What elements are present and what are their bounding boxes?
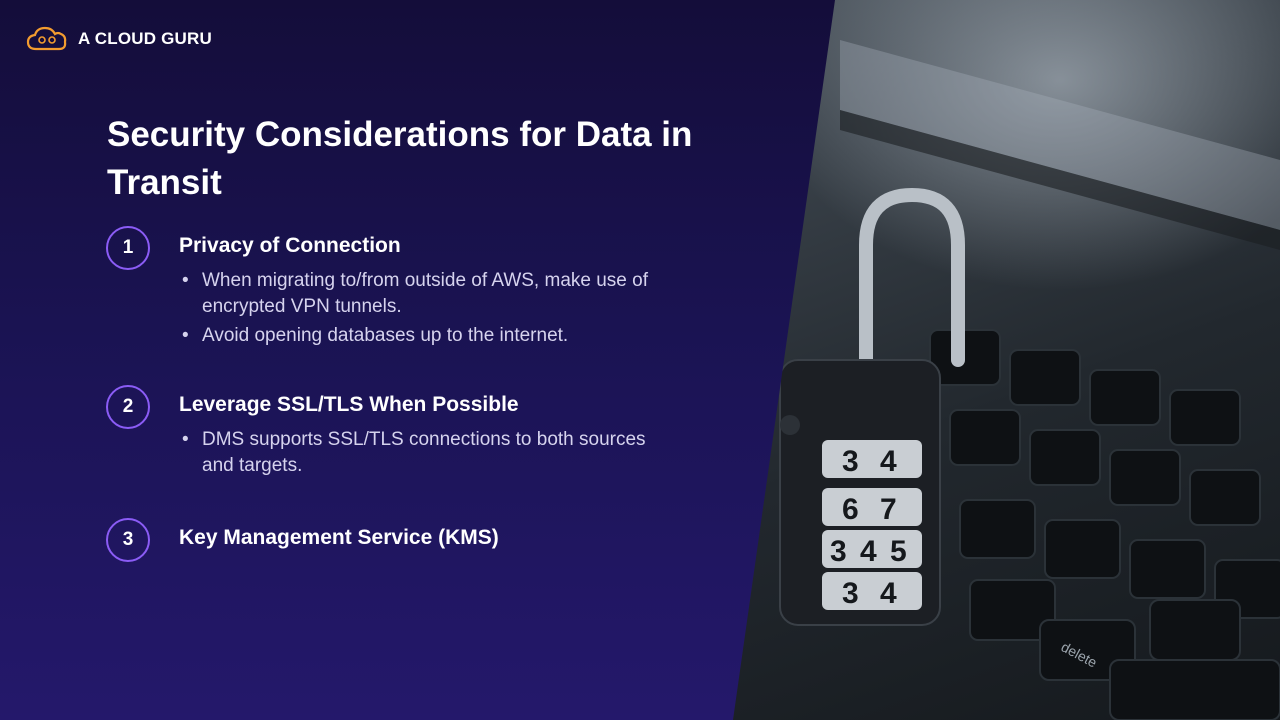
brand-logo: A CLOUD GURU [26,26,212,52]
item-bullets-1: When migrating to/from outside of AWS, m… [180,268,650,352]
slide-title: Security Considerations for Data in Tran… [107,115,693,202]
brand-name: A CLOUD GURU [78,29,212,48]
bullet-text: When migrating to/from outside of AWS, m… [180,268,650,320]
svg-text:3: 3 [830,535,847,568]
padlock-dials: 3 4 6 7 3 4 5 3 4 [822,440,922,610]
svg-text:3: 3 [842,445,859,478]
number-badge-3: 3 [106,518,150,562]
svg-text:7: 7 [880,493,897,526]
svg-text:3: 3 [842,577,859,610]
number-badge-1: 1 [106,226,150,270]
bullet-text: Avoid opening databases up to the intern… [180,323,650,349]
item-heading-1: Privacy of Connection [179,234,401,257]
item-heading-3: Key Management Service (KMS) [179,526,499,549]
number-badge-2: 2 [106,385,150,429]
cloud-logo-icon [26,26,67,51]
svg-text:4: 4 [860,535,877,568]
svg-text:6: 6 [842,493,859,526]
svg-text:5: 5 [890,535,907,568]
item-bullets-2: DMS supports SSL/TLS connections to both… [180,427,650,482]
svg-text:4: 4 [880,445,897,478]
svg-text:4: 4 [880,577,897,610]
bullet-text: DMS supports SSL/TLS connections to both… [180,427,650,479]
item-heading-2: Leverage SSL/TLS When Possible [179,393,519,416]
